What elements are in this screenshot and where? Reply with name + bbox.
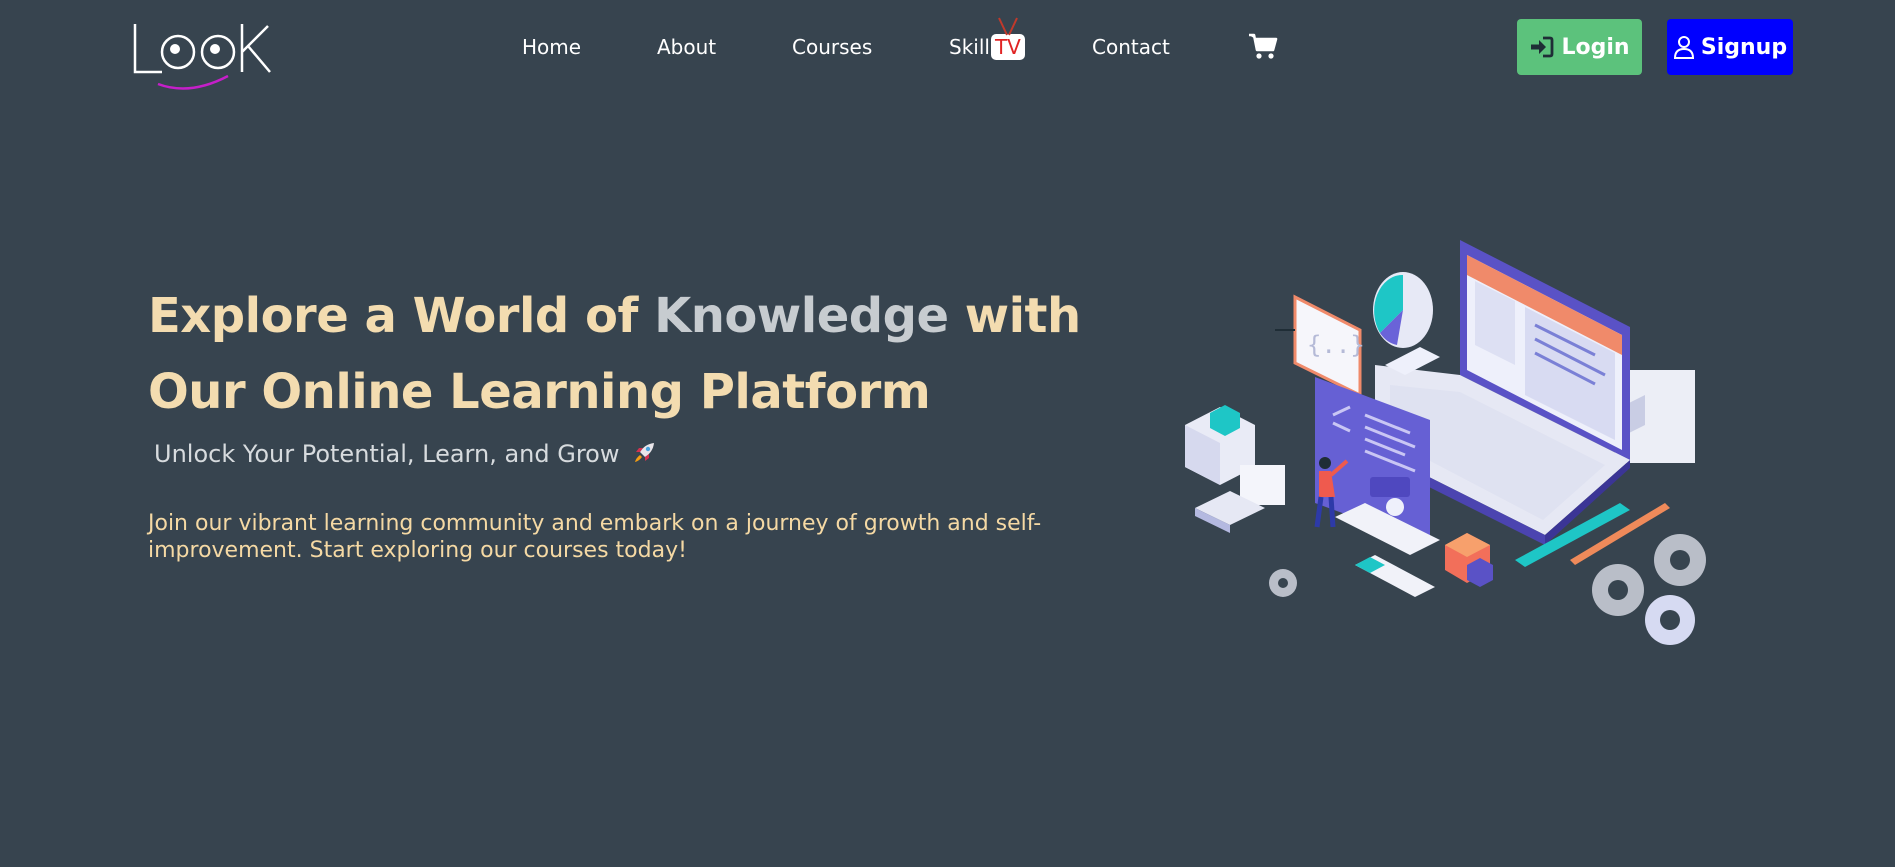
nav-courses[interactable]: Courses [792, 30, 872, 64]
nav-skill-tv[interactable]: Skill TV [949, 17, 1025, 64]
nav-about[interactable]: About [657, 30, 716, 64]
nav-home[interactable]: Home [522, 30, 581, 64]
hero-title-highlight: Knowledge [654, 288, 949, 344]
hero-subtitle: Unlock Your Potential, Learn, and Grow [154, 437, 659, 471]
hero-illustration: {..} [1185, 240, 1706, 645]
tv-antenna-icon [998, 17, 1018, 36]
shopping-cart-icon[interactable] [1248, 32, 1278, 60]
logo-graphic [133, 24, 271, 90]
signup-label: Signup [1700, 34, 1788, 60]
hero-description: Join our vibrant learning community and … [148, 511, 1042, 563]
hero-subtitle-text: Unlock Your Potential, Learn, and Grow [154, 440, 620, 468]
tv-badge-label: TV [994, 35, 1021, 59]
navbar: Home About Courses Skill TV Contact Logi… [0, 0, 1895, 95]
nav-contact[interactable]: Contact [1092, 30, 1170, 64]
svg-text:{..}: {..} [1307, 331, 1365, 359]
tv-badge: TV [990, 17, 1025, 60]
hero-title-part1: Explore a World of [148, 288, 655, 344]
hero-title: Explore a World of Knowledge with Our On… [148, 278, 1108, 430]
signup-button[interactable]: Signup [1667, 19, 1793, 75]
brand-logo[interactable] [130, 16, 275, 96]
login-icon [1531, 36, 1554, 58]
login-label: Login [1561, 34, 1630, 60]
user-icon [1673, 36, 1694, 59]
nav-skill-label: Skill [949, 35, 990, 59]
rocket-icon [635, 443, 655, 462]
login-button[interactable]: Login [1517, 19, 1642, 75]
